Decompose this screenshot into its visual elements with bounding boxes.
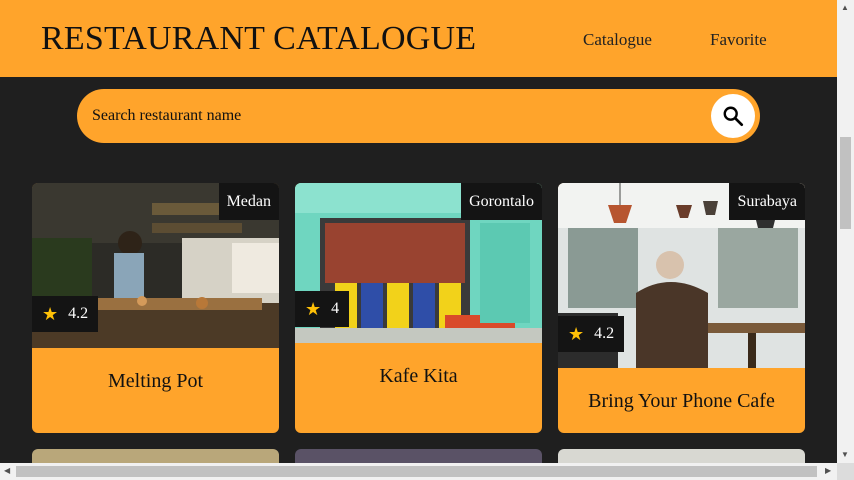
horizontal-scroll-thumb[interactable]: [16, 466, 817, 477]
scrollbar-corner: [837, 463, 854, 480]
search-button[interactable]: [711, 94, 755, 138]
restaurant-card[interactable]: Medan ★ 4.2 Melting Pot: [32, 183, 279, 433]
nav-favorite-link[interactable]: Favorite: [710, 30, 767, 50]
restaurant-name: Melting Pot: [107, 370, 203, 392]
horizontal-scrollbar[interactable]: ◀ ▶: [0, 463, 837, 480]
star-icon: ★: [305, 299, 322, 319]
star-icon: ★: [568, 324, 585, 344]
vertical-scroll-thumb[interactable]: [840, 137, 851, 229]
scroll-left-arrow-icon[interactable]: ◀: [4, 466, 10, 475]
city-label: Medan: [218, 183, 279, 220]
scroll-right-arrow-icon[interactable]: ▶: [825, 466, 831, 475]
rating-badge: ★ 4.2: [558, 316, 625, 352]
rating-value: 4.2: [68, 305, 89, 322]
rating-value: 4: [331, 300, 340, 317]
nav-catalogue-link[interactable]: Catalogue: [583, 30, 652, 50]
rating-badge: ★ 4: [295, 291, 350, 327]
restaurant-card[interactable]: Surabaya ★ 4.2 Bring Your Phone Cafe: [558, 183, 805, 433]
city-label: Surabaya: [729, 183, 805, 220]
search-bar: [77, 89, 760, 143]
search-input[interactable]: [92, 103, 692, 129]
scroll-up-arrow-icon[interactable]: ▲: [841, 3, 849, 12]
rating-badge: ★ 4.2: [32, 296, 99, 332]
app-header: RESTAURANT CATALOGUE Catalogue Favorite: [0, 0, 837, 77]
restaurant-name: Bring Your Phone Cafe: [588, 390, 775, 412]
rating-value: 4.2: [594, 325, 615, 342]
restaurant-card[interactable]: Gorontalo ★ 4 Kafe Kita: [295, 183, 542, 433]
search-icon: [723, 106, 744, 127]
city-label: Gorontalo: [461, 183, 542, 220]
restaurant-name: Kafe Kita: [379, 365, 458, 387]
vertical-scrollbar[interactable]: ▲ ▼: [837, 0, 854, 463]
scroll-down-arrow-icon[interactable]: ▼: [841, 450, 849, 459]
star-icon: ★: [42, 304, 59, 324]
brand-title: RESTAURANT CATALOGUE: [41, 20, 477, 57]
